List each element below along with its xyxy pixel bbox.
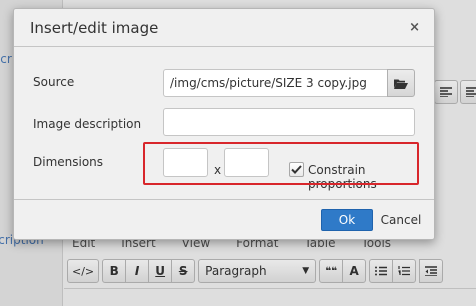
dialog-footer: Ok Cancel: [14, 199, 434, 239]
cancel-button[interactable]: Cancel: [379, 209, 423, 231]
insert-image-dialog: Insert/edit image × Source /img/cms/pict…: [13, 8, 435, 240]
source-input[interactable]: /img/cms/picture/SIZE 3 copy.jpg: [163, 69, 388, 97]
dimensions-label: Dimensions: [33, 155, 104, 169]
browse-button[interactable]: [387, 69, 415, 97]
dialog-header: Insert/edit image ×: [14, 9, 434, 47]
ok-button[interactable]: Ok: [321, 209, 373, 231]
image-description-input[interactable]: [163, 108, 415, 136]
image-description-label: Image description: [33, 117, 142, 131]
source-label: Source: [33, 75, 75, 89]
dialog-title: Insert/edit image: [30, 19, 159, 37]
close-icon[interactable]: ×: [409, 20, 420, 35]
dimensions-highlight-annotation: [143, 142, 419, 185]
folder-open-icon: [394, 79, 408, 89]
